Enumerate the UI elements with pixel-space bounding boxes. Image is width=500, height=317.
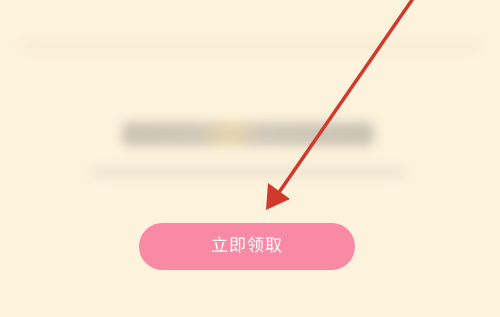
claim-now-button[interactable]: 立即领取 bbox=[139, 223, 355, 270]
blurred-top-line bbox=[20, 40, 480, 52]
blurred-headline bbox=[122, 122, 374, 146]
blurred-subtext bbox=[92, 166, 404, 178]
